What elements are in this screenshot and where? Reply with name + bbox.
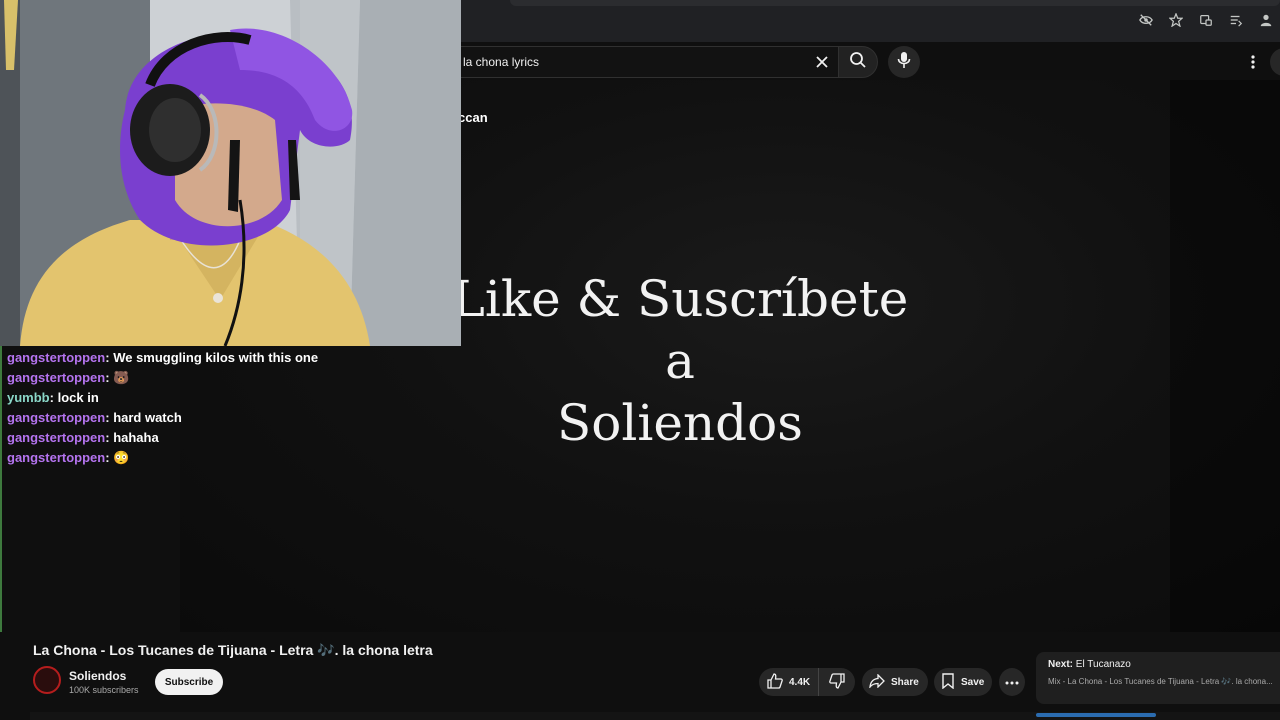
- up-next-prefix: Next:: [1048, 659, 1074, 670]
- profile-icon[interactable]: [1258, 12, 1274, 28]
- search-input[interactable]: la chona lyrics: [440, 46, 838, 78]
- chat-username: gangstertoppen: [7, 350, 106, 365]
- chat-panel: gangstertoppen: We smuggling kilos with …: [0, 346, 470, 636]
- like-count: 4.4K: [789, 676, 811, 688]
- chat-text: lock in: [57, 390, 99, 405]
- video-edge-shade: [1170, 80, 1280, 632]
- mic-icon: [896, 51, 912, 74]
- chat-text: We smuggling kilos with this one: [113, 350, 319, 365]
- chat-message: gangstertoppen: hard watch: [7, 410, 182, 425]
- video-metadata: La Chona - Los Tucanes de Tijuana - Letr…: [0, 632, 1280, 720]
- chat-username: gangstertoppen: [7, 430, 106, 445]
- more-icon: [1005, 677, 1019, 688]
- search-icon: [849, 51, 867, 74]
- voice-search-button[interactable]: [888, 46, 920, 78]
- overlay-line-2: Soliendos: [557, 394, 803, 452]
- chat-username: gangstertoppen: [7, 450, 106, 465]
- chat-message: yumbb: lock in: [7, 390, 99, 405]
- share-label: Share: [891, 676, 919, 688]
- browser-toolbar-icons: [1138, 12, 1274, 28]
- save-button[interactable]: Save: [934, 668, 992, 696]
- share-icon: [869, 672, 885, 691]
- up-next-video: El Tucanazo: [1075, 659, 1131, 670]
- overlay-line-1: Like & Suscríbete a: [451, 270, 909, 390]
- chat-emote: 🐻: [113, 370, 130, 385]
- webcam-feed: [0, 0, 461, 346]
- share-button[interactable]: Share: [862, 668, 928, 696]
- star-icon[interactable]: [1168, 12, 1184, 28]
- chat-username: yumbb: [7, 390, 50, 405]
- thumbs-up-icon: [767, 672, 783, 692]
- like-button[interactable]: 4.4K: [759, 668, 819, 696]
- search-button[interactable]: [838, 46, 878, 78]
- video-title: La Chona - Los Tucanes de Tijuana - Letr…: [33, 642, 433, 658]
- chat-emote: 😳: [113, 450, 130, 465]
- dislike-button[interactable]: [819, 668, 855, 696]
- like-dislike-group: 4.4K: [759, 668, 855, 696]
- extensions-icon[interactable]: [1198, 12, 1214, 28]
- chat-username: gangstertoppen: [7, 410, 106, 425]
- chat-message: gangstertoppen: We smuggling kilos with …: [7, 350, 319, 365]
- thumbs-down-icon: [829, 672, 845, 692]
- chat-text: hahaha: [113, 430, 159, 445]
- chat-message: gangstertoppen: 😳: [7, 450, 130, 465]
- bookmark-icon: [941, 672, 955, 692]
- more-actions-button[interactable]: [999, 668, 1025, 696]
- close-icon[interactable]: [814, 54, 830, 70]
- browser-tab-strip: [510, 0, 1280, 6]
- channel-name[interactable]: Soliendos: [69, 669, 126, 683]
- sign-in-button-edge[interactable]: [1270, 48, 1280, 76]
- related-thumbnail-edge[interactable]: [1036, 713, 1156, 717]
- subscribe-button[interactable]: Subscribe: [155, 669, 223, 695]
- chat-message: gangstertoppen: 🐻: [7, 370, 130, 385]
- kebab-icon[interactable]: [1246, 52, 1260, 72]
- search-query[interactable]: la chona lyrics: [463, 55, 539, 69]
- avatar[interactable]: [33, 666, 61, 694]
- video-overlay-title: ccan: [458, 110, 488, 125]
- save-label: Save: [961, 676, 985, 688]
- chat-username: gangstertoppen: [7, 370, 106, 385]
- subscriber-count: 100K subscribers: [69, 685, 139, 695]
- screen: la chona lyrics ccan Like & Suscríbete a…: [0, 0, 1280, 720]
- eye-off-icon[interactable]: [1138, 12, 1154, 28]
- up-next-title: Next: El Tucanazo: [1048, 659, 1131, 670]
- video-overlay-text: Like & Suscríbete a Soliendos: [450, 268, 910, 454]
- up-next-card[interactable]: Next: El Tucanazo Mix - La Chona - Los T…: [1036, 652, 1280, 704]
- up-next-subtitle: Mix - La Chona - Los Tucanes de Tijuana …: [1048, 677, 1273, 686]
- chat-text: hard watch: [113, 410, 182, 425]
- chat-message: gangstertoppen: hahaha: [7, 430, 159, 445]
- reading-list-icon[interactable]: [1228, 12, 1244, 28]
